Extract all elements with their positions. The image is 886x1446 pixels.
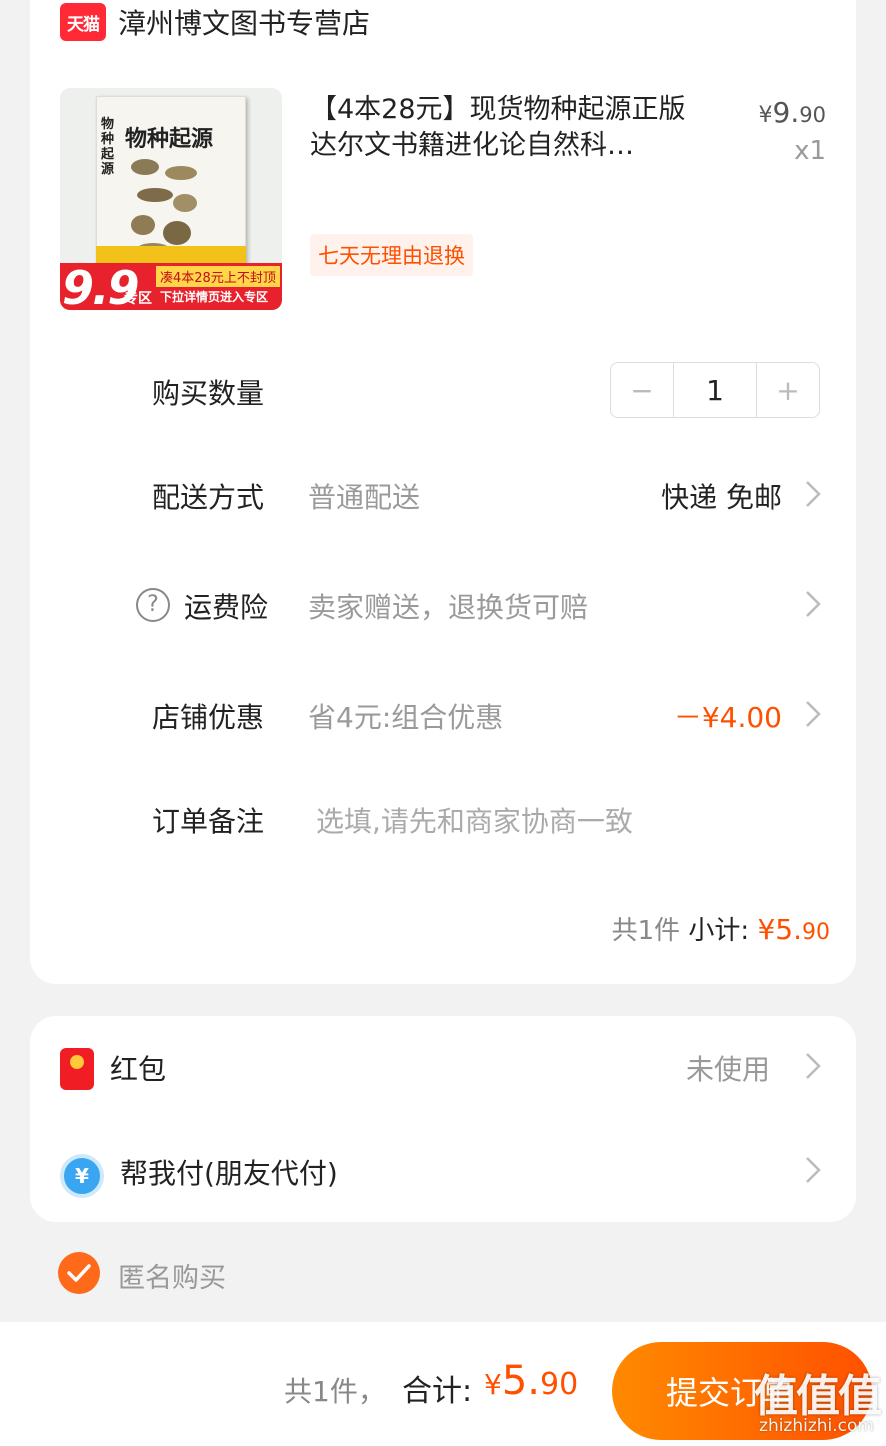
chevron-right-icon: [806, 701, 821, 727]
promo-tag: 凑4本28元上不封顶: [156, 266, 280, 287]
price-decimal: 90: [799, 103, 826, 127]
watermark-url: zhizhizhi.com: [759, 1416, 874, 1436]
watermark-logo: 值值值: [754, 1371, 882, 1422]
order-card: 天猫 漳州博文图书专营店 物种起源 物种起源 9.9 专区 凑4本28元上不封顶…: [30, 0, 856, 984]
quantity-input[interactable]: 1: [673, 363, 757, 417]
note-input[interactable]: 选填,请先和商家协商一致: [316, 800, 633, 840]
tmall-logo: 天猫: [60, 3, 106, 41]
insurance-value: 卖家赠送，退换货可赔: [308, 591, 589, 624]
red-packet-value: 未使用: [685, 1053, 770, 1086]
chevron-right-icon: [806, 1157, 821, 1183]
delivery-row[interactable]: 配送方式 普通配送 快递 免邮: [30, 466, 856, 526]
price-integer: 9.: [772, 96, 800, 129]
friend-pay-row[interactable]: ¥ 帮我付(朋友代付): [30, 1142, 856, 1202]
subtotal-integer: 5.: [775, 913, 802, 946]
order-note-row: 订单备注 选填,请先和商家协商一致: [30, 790, 856, 850]
total-label: 合计:: [402, 1374, 473, 1409]
help-icon[interactable]: ?: [136, 588, 170, 622]
anonymous-label[interactable]: 匿名购买: [118, 1256, 226, 1295]
subtotal-amount: ¥5.90: [757, 913, 830, 946]
subtotal-count: 共1件: [611, 916, 681, 946]
decrement-button[interactable]: −: [611, 363, 673, 417]
subtotal: 共1件 小计: ¥5.90: [612, 910, 830, 947]
red-packet-label: 红包: [110, 1053, 167, 1086]
product-quantity: x1: [794, 136, 826, 166]
insurance-label: 运费险: [184, 591, 269, 624]
delivery-label: 配送方式: [152, 481, 265, 514]
delivery-value: 普通配送: [308, 481, 421, 514]
watermark: 值值值 zhizhizhi.com: [734, 1360, 882, 1440]
shop-header[interactable]: 天猫 漳州博文图书专营店: [60, 0, 370, 44]
increment-button[interactable]: +: [757, 363, 819, 417]
promo-sub: 下拉详情页进入专区: [160, 290, 269, 304]
total-amount: ¥5.90: [484, 1358, 578, 1404]
subtotal-currency: ¥: [757, 913, 776, 946]
insurance-row[interactable]: ? 运费险 卖家赠送，退换货可赔: [30, 576, 856, 636]
product-image[interactable]: 物种起源 物种起源 9.9 专区 凑4本28元上不封顶 下拉详情页进入专区: [60, 88, 282, 310]
animal-illustration-icon: [131, 159, 197, 255]
friend-pay-icon: ¥: [60, 1154, 104, 1198]
shop-discount-row[interactable]: 店铺优惠 省4元:组合优惠 －¥4.00: [30, 686, 856, 746]
product-price: ¥9.90: [759, 96, 826, 129]
book-title: 物种起源: [125, 127, 214, 152]
subtotal-decimal: 90: [802, 920, 830, 945]
delivery-method: 快递 免邮: [661, 481, 782, 514]
promo-zone: 专区: [124, 291, 152, 307]
shop-name[interactable]: 漳州博文图书专营店: [118, 2, 370, 42]
check-icon: [67, 1264, 91, 1282]
friend-pay-label: 帮我付(朋友代付): [120, 1157, 338, 1190]
total-integer: 5.: [501, 1358, 540, 1404]
product-title[interactable]: 【4本28元】现货物种起源正版达尔文书籍进化论自然科…: [310, 92, 710, 164]
chevron-right-icon: [806, 1053, 821, 1079]
item-count: 共1件，: [284, 1375, 386, 1408]
quantity-stepper[interactable]: − 1 +: [610, 362, 820, 418]
discount-value: 省4元:组合优惠: [308, 701, 504, 734]
red-packet-icon: [60, 1048, 94, 1090]
red-packet-row[interactable]: 红包 未使用: [30, 1038, 856, 1098]
quantity-label: 购买数量: [152, 377, 265, 410]
payment-options-card: 红包 未使用 ¥ 帮我付(朋友代付): [30, 1016, 856, 1222]
book-vertical-title: 物种起源: [101, 117, 115, 177]
discount-amount: －¥4.00: [673, 701, 782, 734]
quantity-row: 购买数量 − 1 +: [30, 362, 856, 422]
total-decimal: 90: [540, 1367, 579, 1402]
subtotal-label: 小计:: [688, 916, 750, 946]
note-label: 订单备注: [152, 805, 265, 838]
return-policy-tag: 七天无理由退换: [310, 234, 473, 276]
discount-label: 店铺优惠: [152, 701, 265, 734]
chevron-right-icon: [806, 591, 821, 617]
total-currency: ¥: [484, 1368, 502, 1401]
price-currency: ¥: [758, 103, 773, 128]
anonymous-checkbox[interactable]: [58, 1252, 100, 1294]
chevron-right-icon: [806, 481, 821, 507]
